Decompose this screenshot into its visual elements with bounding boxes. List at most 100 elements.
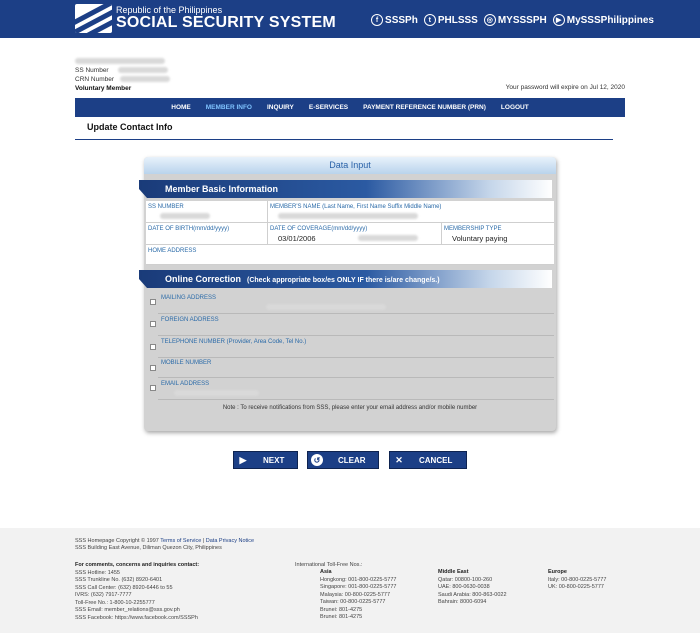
me-line: Saudi Arabia: 800-863-0022 bbox=[438, 591, 507, 598]
footer-contacts: For comments, concerns and inquiries con… bbox=[75, 562, 199, 622]
title-divider bbox=[75, 139, 613, 140]
contact-line: SSS Trunkline No. (632) 8920-6401 bbox=[75, 577, 163, 583]
twitter-icon: t bbox=[423, 14, 436, 26]
foreign-address-checkbox[interactable] bbox=[150, 321, 156, 327]
me-line: UAE: 800-0630-0038 bbox=[438, 584, 490, 590]
ss-number-field-label: SS NUMBER bbox=[148, 204, 184, 210]
nav-e-services[interactable]: E-SERVICES bbox=[309, 104, 348, 111]
coverage-cell: DATE OF COVERAGE(mm/dd/yyyy) 03/01/2006 bbox=[268, 223, 442, 245]
correction-label: TELEPHONE NUMBER (Provider, Area Code, T… bbox=[161, 339, 307, 345]
redacted-ss-value bbox=[160, 213, 210, 219]
home-address-label: HOME ADDRESS bbox=[148, 248, 197, 254]
main-nav: HOME MEMBER INFO INQUIRY E-SERVICES PAYM… bbox=[75, 98, 625, 117]
correction-row-mobile: MOBILE NUMBER bbox=[146, 358, 554, 378]
social-label: SSSPh bbox=[385, 14, 418, 26]
asia-line: Taiwan: 00-800-0225-5777 bbox=[320, 599, 386, 605]
email-address-checkbox[interactable] bbox=[150, 385, 156, 391]
correction-row-foreign: FOREIGN ADDRESS bbox=[146, 314, 554, 336]
sss-logo bbox=[75, 4, 112, 33]
member-info: SS Number CRN Number Voluntary Member bbox=[75, 57, 170, 93]
page-footer: SSS Homepage Copyright © 1997 Terms of S… bbox=[0, 528, 700, 633]
correction-label: MOBILE NUMBER bbox=[161, 360, 212, 366]
me-line: Bahrain: 8000-6094 bbox=[438, 599, 487, 605]
asia-line: Malaysia: 00-800-0225-5777 bbox=[320, 591, 391, 598]
terms-link[interactable]: Terms of Service bbox=[160, 538, 201, 544]
social-youtube-link[interactable]: ▶ MySSSPhilippines bbox=[552, 14, 654, 26]
membership-label: MEMBERSHIP TYPE bbox=[444, 226, 502, 232]
me-line: Qatar: 00800-100-260 bbox=[438, 576, 493, 583]
section-member-basic: Member Basic Information bbox=[139, 180, 552, 198]
social-twitter-link[interactable]: t PHLSSS bbox=[423, 14, 478, 26]
footer-europe: Europe Italy: 00-800-0225-5777 UK: 00-80… bbox=[548, 569, 606, 592]
nav-prn[interactable]: PAYMENT REFERENCE NUMBER (PRN) bbox=[363, 104, 486, 111]
social-instagram-link[interactable]: ◎ MYSSSPH bbox=[483, 14, 547, 26]
coverage-label: DATE OF COVERAGE(mm/dd/yyyy) bbox=[270, 226, 368, 232]
clear-button[interactable]: ↺ CLEAR bbox=[307, 451, 379, 469]
redacted-crn bbox=[119, 76, 170, 83]
contact-line: SSS Call Center: (632) 8920-6446 to 55 bbox=[75, 584, 173, 591]
top-banner: Republic of the Philippines SOCIAL SECUR… bbox=[0, 0, 700, 38]
contact-line: IVRS: (632) 7917-7777 bbox=[75, 592, 132, 598]
section-title: Online Correction bbox=[165, 274, 242, 284]
correction-label: EMAIL ADDRESS bbox=[161, 381, 210, 387]
social-label: MySSSPhilippines bbox=[566, 14, 654, 26]
panel-header: Data Input bbox=[144, 157, 556, 174]
next-button[interactable]: ▶ NEXT bbox=[233, 451, 298, 469]
asia-title: Asia bbox=[320, 569, 332, 575]
notification-note: Note : To receive notifications from SSS… bbox=[222, 405, 478, 411]
middle-east-title: Middle East bbox=[438, 569, 469, 575]
org-title: SOCIAL SECURITY SYSTEM bbox=[116, 14, 336, 31]
europe-title: Europe bbox=[548, 569, 567, 575]
contact-line: SSS Hotline: 1455 bbox=[75, 569, 120, 576]
ss-number-label: SS Number bbox=[75, 67, 109, 74]
correction-row-mailing: MAILING ADDRESS bbox=[146, 292, 554, 314]
membership-cell: MEMBERSHIP TYPE Voluntary paying bbox=[442, 223, 554, 245]
nav-logout[interactable]: LOGOUT bbox=[501, 104, 529, 111]
social-facebook-link[interactable]: f SSSPh bbox=[371, 14, 418, 26]
mailing-address-checkbox[interactable] bbox=[150, 299, 156, 305]
nav-member-info[interactable]: MEMBER INFO bbox=[206, 104, 252, 111]
ss-number-cell: SS NUMBER bbox=[146, 201, 268, 223]
telephone-number-checkbox[interactable] bbox=[150, 344, 156, 350]
redacted-mailing bbox=[266, 304, 386, 310]
button-label: NEXT bbox=[263, 455, 285, 465]
social-label: MYSSSPH bbox=[497, 14, 547, 26]
play-arrow-icon: ▶ bbox=[239, 454, 247, 465]
contact-line: SSS Email: member_relations@sss.gov.ph bbox=[75, 607, 180, 613]
contact-line: SSS Facebook: https://www.facebook.com/S… bbox=[75, 614, 198, 621]
button-label: CLEAR bbox=[338, 455, 366, 465]
contact-line: Toll-Free No.: 1-800-10-2255777 bbox=[75, 599, 155, 606]
eraser-icon: ↺ bbox=[311, 454, 323, 466]
copyright-text: SSS Homepage Copyright © 1997 bbox=[75, 538, 159, 544]
home-address-cell: HOME ADDRESS bbox=[146, 245, 554, 265]
correction-row-email: EMAIL ADDRESS bbox=[146, 378, 554, 400]
nav-home[interactable]: HOME bbox=[171, 104, 191, 111]
redacted-dob bbox=[358, 235, 418, 241]
basic-info-table: SS NUMBER MEMBER'S NAME (Last Name, Firs… bbox=[146, 201, 554, 265]
asia-line: Brunei: 801-4275 bbox=[320, 606, 363, 613]
footer-asia: Asia Hongkong: 001-800-0225-5777 Singapo… bbox=[320, 569, 396, 622]
button-label: CANCEL bbox=[419, 455, 453, 465]
asia-line: Brunei: 801-4275 bbox=[320, 614, 363, 620]
section-online-correction: Online Correction (Check appropriate box/… bbox=[139, 270, 552, 288]
eu-line: UK: 00-800-0225-5777 bbox=[548, 584, 604, 590]
redacted-email bbox=[174, 390, 259, 396]
membership-value: Voluntary paying bbox=[452, 234, 508, 243]
nav-inquiry[interactable]: INQUIRY bbox=[267, 104, 294, 111]
social-links: f SSSPh t PHLSSS ◎ MYSSSPH ▶ MySSSPhilip… bbox=[371, 14, 654, 26]
redacted-name bbox=[75, 58, 165, 65]
dob-cell: DATE OF BIRTH(mm/dd/yyyy) bbox=[146, 223, 268, 245]
privacy-link[interactable]: Data Privacy Notice bbox=[206, 538, 254, 544]
facebook-icon: f bbox=[371, 14, 384, 26]
correction-row-telephone: TELEPHONE NUMBER (Provider, Area Code, T… bbox=[146, 336, 554, 358]
instagram-icon: ◎ bbox=[483, 14, 496, 26]
section-title: Member Basic Information bbox=[165, 184, 279, 194]
contacts-title: For comments, concerns and inquiries con… bbox=[75, 562, 200, 568]
mobile-number-checkbox[interactable] bbox=[150, 365, 156, 371]
youtube-icon: ▶ bbox=[552, 14, 565, 26]
redacted-ss bbox=[118, 67, 169, 74]
social-label: PHLSSS bbox=[437, 14, 478, 26]
asia-line: Hongkong: 001-800-0225-5777 bbox=[320, 576, 397, 583]
crn-number-label: CRN Number bbox=[75, 76, 115, 83]
cancel-button[interactable]: ✕ CANCEL bbox=[389, 451, 467, 469]
